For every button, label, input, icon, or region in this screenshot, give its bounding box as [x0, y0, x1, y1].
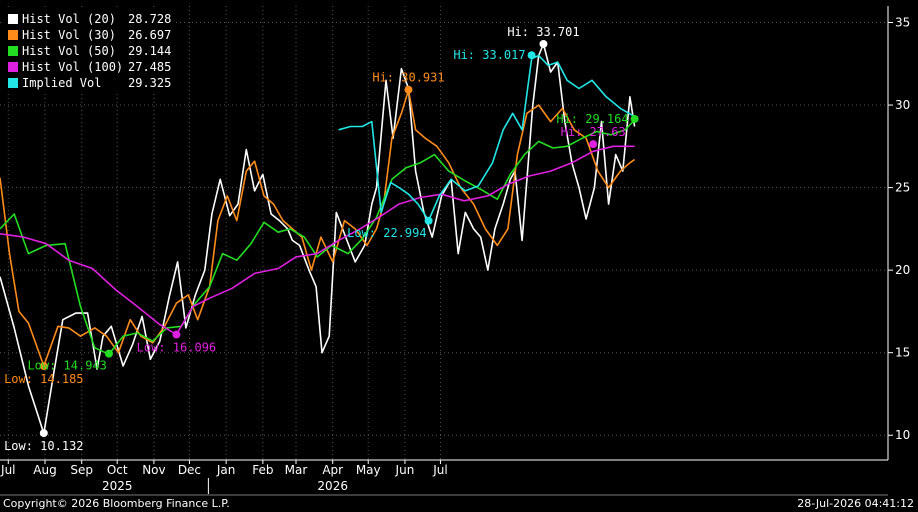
- month-tick-label: Nov: [142, 463, 165, 477]
- y-tick-label: 15: [895, 346, 910, 360]
- legend-swatch: [8, 14, 18, 24]
- legend-series-name: Hist Vol (30): [22, 28, 116, 42]
- extreme-label: Hi: 30.931: [372, 71, 444, 85]
- footer: Copyright© 2026 Bloomberg Finance L.P. 2…: [0, 495, 918, 512]
- y-tick-label: 25: [895, 181, 910, 195]
- chart-legend: Hist Vol (20) 28.728 Hist Vol (30) 26.697 Hi…: [4, 10, 176, 93]
- extreme-label: Low: 22.994: [347, 226, 426, 240]
- legend-item: Hist Vol (30) 26.697: [8, 27, 171, 43]
- extreme-label: Low: 10.132: [4, 439, 83, 453]
- legend-last-value: 29.144: [128, 44, 172, 58]
- month-tick-label: Oct: [107, 463, 128, 477]
- month-tick-label: May: [356, 463, 381, 477]
- month-tick-label: Jul: [432, 463, 447, 477]
- y-tick-label: 30: [895, 98, 910, 112]
- series-line: [0, 89, 636, 367]
- legend-swatch: [8, 78, 18, 88]
- legend-series-name: Hist Vol (50): [22, 44, 116, 58]
- extreme-label: Hi: 29.164: [556, 112, 628, 126]
- series-line: [0, 43, 636, 435]
- timestamp-text: 28-Jul-2026 04:41:12: [797, 497, 914, 510]
- year-label: 2026: [317, 479, 348, 493]
- y-tick-label: 10: [895, 428, 910, 442]
- month-tick-label: Apr: [322, 463, 343, 477]
- legend-swatch: [8, 30, 18, 40]
- legend-swatch: [8, 62, 18, 72]
- extreme-marker: [589, 140, 598, 149]
- month-tick-label: Dec: [178, 463, 201, 477]
- legend-item: Hist Vol (20) 28.728: [8, 11, 171, 27]
- extreme-label: Hi: 33.017: [453, 48, 525, 62]
- legend-last-value: 29.325: [128, 76, 172, 90]
- legend-series-name: Implied Vol: [22, 76, 102, 90]
- legend-item: Hist Vol (50) 29.144: [8, 43, 171, 59]
- y-tick-label: 35: [895, 16, 910, 30]
- legend-last-value: 28.728: [128, 12, 172, 26]
- extreme-marker: [404, 85, 413, 94]
- month-tick-label: Jul: [0, 463, 15, 477]
- series-line: [0, 119, 636, 356]
- extreme-label: Low: 14.943: [27, 359, 106, 373]
- extreme-label: Low: 14.185: [4, 372, 83, 386]
- extreme-marker: [539, 39, 548, 48]
- extreme-label: Low: 16.096: [137, 341, 216, 355]
- month-tick-label: Feb: [252, 463, 273, 477]
- extreme-marker: [104, 349, 113, 358]
- extreme-label: Hi: 27.63: [561, 125, 626, 139]
- month-tick-label: Mar: [285, 463, 308, 477]
- legend-item: Hist Vol (100) 27.485: [8, 59, 171, 75]
- legend-swatch: [8, 46, 18, 56]
- extreme-marker: [172, 330, 181, 339]
- extreme-marker: [630, 114, 639, 123]
- copyright-text: Copyright© 2026 Bloomberg Finance L.P.: [3, 497, 230, 510]
- legend-last-value: 26.697: [128, 28, 172, 42]
- y-tick-label: 20: [895, 263, 910, 277]
- series-layer: [0, 43, 636, 435]
- month-tick-label: Jun: [395, 463, 415, 477]
- year-label: 2025: [102, 479, 133, 493]
- extreme-marker: [39, 429, 48, 438]
- legend-series-name: Hist Vol (20): [22, 12, 116, 26]
- month-tick-label: Sep: [70, 463, 93, 477]
- legend-last-value: 27.485: [128, 60, 172, 74]
- extreme-label: Hi: 33.701: [507, 25, 579, 39]
- extreme-marker: [527, 51, 536, 60]
- month-tick-label: Aug: [33, 463, 56, 477]
- legend-item: Implied Vol 29.325: [8, 75, 171, 91]
- month-tick-label: Jan: [216, 463, 236, 477]
- legend-series-name: Hist Vol (100): [22, 60, 124, 74]
- extreme-marker: [424, 216, 433, 225]
